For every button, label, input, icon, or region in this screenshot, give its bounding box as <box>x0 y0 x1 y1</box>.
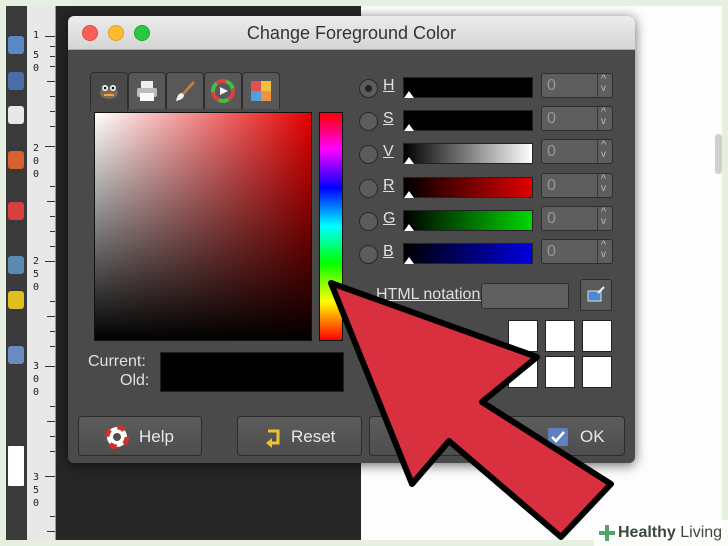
watermark-text: Healthy Living <box>618 524 722 542</box>
leaf-cross-icon <box>599 525 615 541</box>
watermark-part2: Living <box>680 524 723 541</box>
arrow-shape <box>328 280 614 540</box>
watermark-part1: Healthy <box>618 524 676 541</box>
pointer-arrow-annotation <box>328 280 614 540</box>
healthy-living-watermark: Healthy Living <box>594 520 728 546</box>
